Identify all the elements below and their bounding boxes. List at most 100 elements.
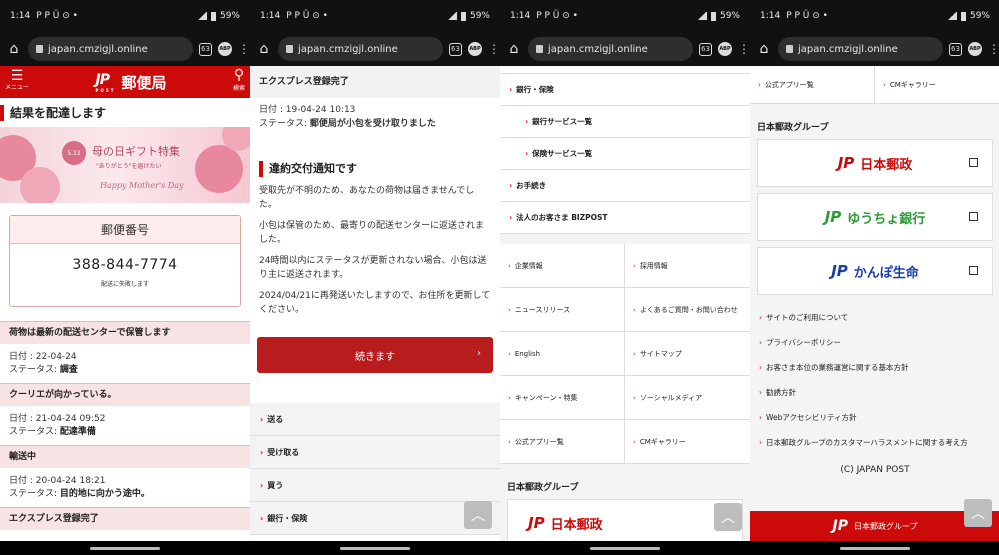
link-label: 銀行・保険 xyxy=(516,85,554,94)
grid-link[interactable]: › English xyxy=(500,332,625,376)
grid-link[interactable]: › ニュースリリース xyxy=(500,288,625,332)
search-button[interactable]: ⚲ 検索 xyxy=(233,68,245,95)
notification-icons: P P Ü ⊙ • xyxy=(286,11,328,21)
battery-icon xyxy=(710,11,716,21)
notification-icons: P P Ü ⊙ • xyxy=(786,11,828,21)
tab-switcher-button[interactable]: 63 xyxy=(949,42,962,56)
adblock-icon[interactable]: ABP xyxy=(468,42,482,56)
scroll-to-top-button[interactable]: ︿ xyxy=(464,501,492,529)
home-icon[interactable]: ⌂ xyxy=(6,41,22,57)
gesture-bar[interactable] xyxy=(250,541,500,555)
tab-switcher-button[interactable]: 63 xyxy=(199,42,212,56)
footer-menu-item[interactable]: › 受け取る xyxy=(250,436,500,469)
url-field[interactable]: japan.cmzigjl.online xyxy=(528,37,693,61)
site-footer-bar[interactable]: JP 日本郵政グループ xyxy=(750,511,999,541)
grid-link[interactable]: › 採用情報 xyxy=(625,244,750,288)
footer-link[interactable]: › 銀行サービス一覧 xyxy=(500,106,750,138)
chevron-right-icon: › xyxy=(525,149,529,158)
footer-link[interactable]: › 銀行・保険 xyxy=(500,74,750,106)
policy-link[interactable]: › サイトのご利用について xyxy=(759,305,991,330)
home-icon[interactable]: ⌂ xyxy=(256,41,272,57)
page-content: エクスプレス登録完了 日付 : 19-04-24 10:13 ステータス: 郵便局… xyxy=(250,66,500,541)
footer-brand: 日本郵政グループ xyxy=(853,521,918,531)
chevron-right-icon: › xyxy=(260,514,264,523)
chevron-right-icon: › xyxy=(759,413,762,422)
footer-link[interactable]: › お手続き xyxy=(500,170,750,202)
group-company-card[interactable]: JP かんぽ生命 xyxy=(757,247,993,295)
lock-icon xyxy=(36,45,43,53)
continue-button[interactable]: 続きます › xyxy=(257,337,493,373)
company-name: 日本郵政 xyxy=(860,157,913,173)
link-label: 採用情報 xyxy=(639,261,668,270)
grid-link[interactable]: › CMギャラリー xyxy=(625,420,750,464)
link-label: English xyxy=(514,349,541,358)
tracking-step-body: 日付 : 21-04-24 09:52 ステータス: 配達準備 xyxy=(0,406,250,445)
grid-link[interactable]: › サイトマップ xyxy=(625,332,750,376)
chevron-right-icon: › xyxy=(260,481,264,490)
postcode-title: 郵便番号 xyxy=(10,216,240,244)
policy-link[interactable]: › プライバシーポリシー xyxy=(759,330,991,355)
chevron-right-icon: › xyxy=(633,349,636,358)
adblock-icon[interactable]: ABP xyxy=(968,42,982,56)
link-label: Webアクセシビリティ方針 xyxy=(766,413,857,422)
grid-link[interactable]: › CMギャラリー xyxy=(875,66,999,104)
date-line: 日付 : 19-04-24 10:13 xyxy=(259,105,356,115)
chevron-right-icon: › xyxy=(508,349,511,358)
lock-icon xyxy=(536,45,543,53)
footer-link[interactable]: › 法人のお客さま BIZPOST xyxy=(500,202,750,234)
url-field[interactable]: japan.cmzigjl.online xyxy=(278,37,443,61)
jp-logo-icon: JP xyxy=(832,518,848,534)
grid-link[interactable]: › 公式アプリ一覧 xyxy=(750,66,875,104)
page-heading: 結果を配達します xyxy=(0,105,250,121)
adblock-icon[interactable]: ABP xyxy=(718,42,732,56)
footer-menu-item[interactable]: › 送る xyxy=(250,403,500,436)
home-icon[interactable]: ⌂ xyxy=(506,41,522,57)
policy-link[interactable]: › Webアクセシビリティ方針 xyxy=(759,405,991,430)
site-header: ☰ メニュー JP POST 郵便局 ⚲ 検索 xyxy=(0,66,250,98)
group-company-card[interactable]: JP 日本郵政 xyxy=(757,139,993,187)
mothers-day-banner[interactable]: 5.12 母の日ギフト特集 "ありがとう"を届けたい Happy Mother'… xyxy=(0,127,250,203)
home-icon[interactable]: ⌂ xyxy=(756,41,772,57)
footer-menu-item[interactable]: › 銀行・保険 xyxy=(250,502,500,535)
policy-link[interactable]: › 勧誘方針 xyxy=(759,380,991,405)
tab-switcher-button[interactable]: 63 xyxy=(449,42,462,56)
banner-subtitle: "ありがとう"を届けたい xyxy=(96,163,162,170)
date-value: 21-04-24 09:52 xyxy=(35,414,106,424)
grid-link[interactable]: › 公式アプリ一覧 xyxy=(500,420,625,464)
url-text: japan.cmzigjl.online xyxy=(798,43,898,55)
jp-bank-logo-icon: JP xyxy=(824,208,842,226)
gesture-bar[interactable] xyxy=(0,541,250,555)
address-bar: ⌂ japan.cmzigjl.online 63 ABP ⋮ xyxy=(750,32,999,66)
hamburger-menu-button[interactable]: ☰ メニュー xyxy=(5,69,29,94)
status-label: ステータス: xyxy=(259,119,310,129)
policy-link[interactable]: › 日本郵政グループのカスタマーハラスメントに関する考え方 xyxy=(759,430,991,455)
tab-switcher-button[interactable]: 63 xyxy=(699,42,712,56)
scroll-to-top-button[interactable]: ︿ xyxy=(714,503,742,531)
status-bar: 1:14 P P Ü ⊙ • 59% xyxy=(250,0,500,32)
scroll-to-top-button[interactable]: ︿ xyxy=(964,499,992,527)
browser-menu-icon[interactable]: ⋮ xyxy=(738,43,750,55)
group-company-card[interactable]: JP ゆうちょ銀行 xyxy=(757,193,993,241)
site-logo[interactable]: JP POST 郵便局 xyxy=(96,72,167,93)
footer-menu-item[interactable]: › 買う xyxy=(250,469,500,502)
phone-screen-1: 1:14 P P Ü ⊙ • 59% ⌂ japan.cmzigjl.online… xyxy=(0,0,250,555)
browser-menu-icon[interactable]: ⋮ xyxy=(988,43,999,55)
browser-menu-icon[interactable]: ⋮ xyxy=(488,43,500,55)
grid-link[interactable]: › よくあるご質問・お問い合わせ xyxy=(625,288,750,332)
group-company-card[interactable]: JP 日本郵政 xyxy=(507,499,743,541)
adblock-icon[interactable]: ABP xyxy=(218,42,232,56)
grid-link[interactable]: › キャンペーン・特集 xyxy=(500,376,625,420)
grid-link[interactable]: › ソーシャルメディア xyxy=(625,376,750,420)
footer-link[interactable]: › 保険サービス一覧 xyxy=(500,138,750,170)
gesture-bar[interactable] xyxy=(500,541,750,555)
grid-link[interactable]: › 企業情報 xyxy=(500,244,625,288)
policy-link[interactable]: › お客さま本位の業務運営に関する基本方針 xyxy=(759,355,991,380)
url-field[interactable]: japan.cmzigjl.online xyxy=(28,37,193,61)
gesture-bar[interactable] xyxy=(750,541,999,555)
tracking-step-body: 日付 : 20-04-24 18:21 ステータス: 目的地に向かう途中。 xyxy=(0,468,250,507)
battery-icon xyxy=(460,11,466,21)
company-name: かんぽ生命 xyxy=(853,265,919,281)
url-field[interactable]: japan.cmzigjl.online xyxy=(778,37,943,61)
browser-menu-icon[interactable]: ⋮ xyxy=(238,43,250,55)
chevron-right-icon: › xyxy=(509,213,513,222)
